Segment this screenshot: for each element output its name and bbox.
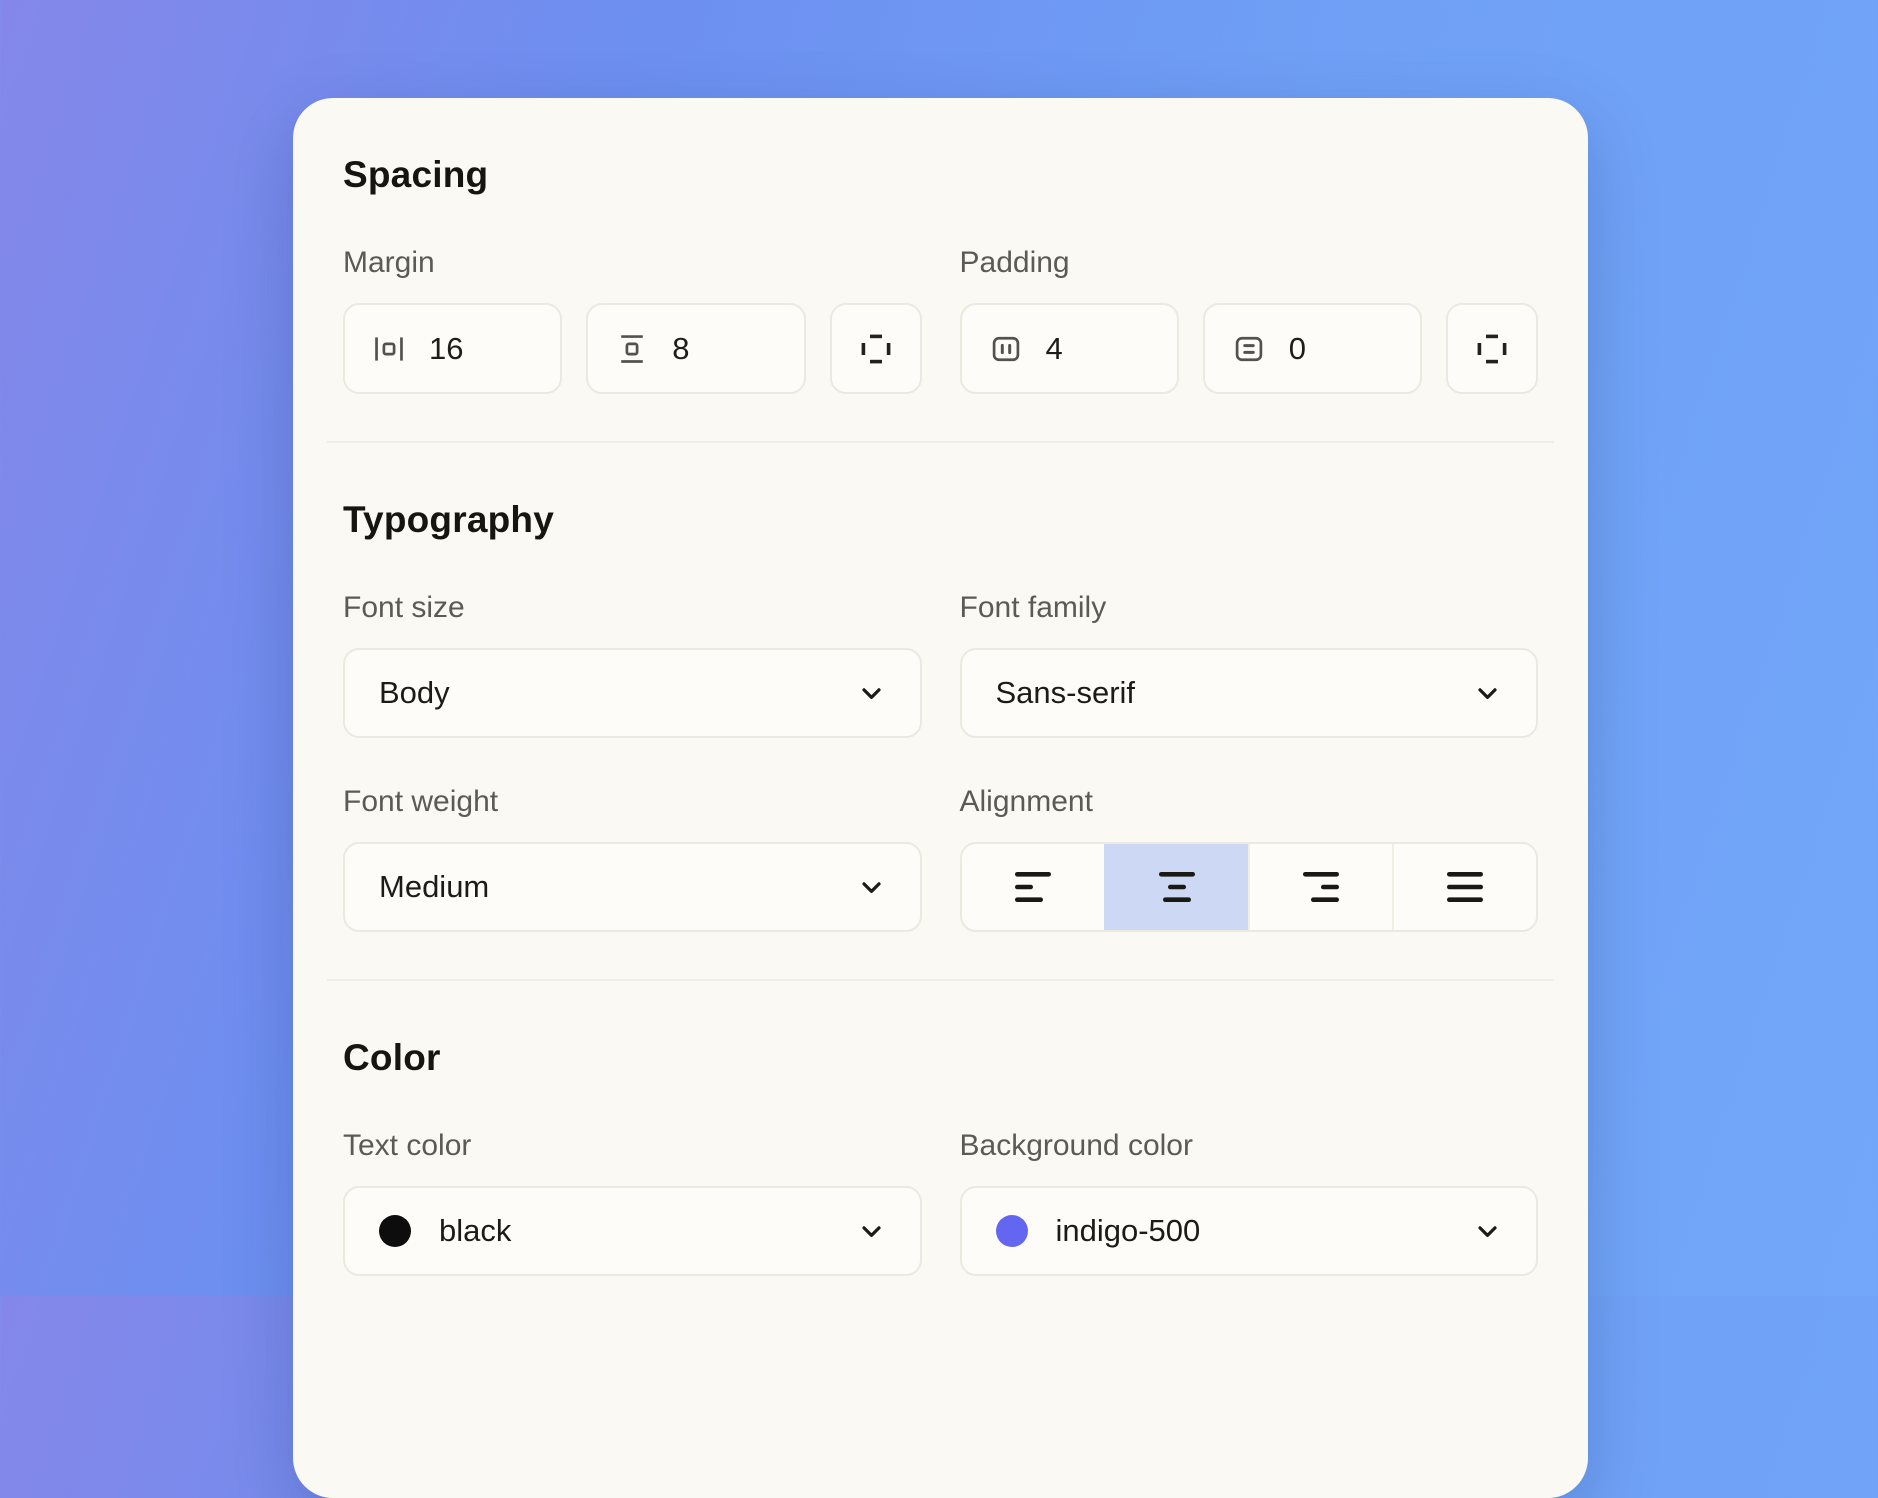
typography-section-title: Typography bbox=[343, 499, 1538, 541]
text-color-dropdown[interactable]: black bbox=[343, 1186, 922, 1276]
text-color-value-wrap: black bbox=[379, 1213, 511, 1249]
background-color-group: Background color indigo-500 bbox=[960, 1129, 1539, 1276]
font-family-dropdown[interactable]: Sans-serif bbox=[960, 648, 1539, 738]
text-color-swatch bbox=[379, 1215, 411, 1247]
align-justify-icon bbox=[1446, 871, 1484, 903]
alignment-justify-button[interactable] bbox=[1392, 844, 1536, 930]
padding-individual-sides-button[interactable] bbox=[1446, 303, 1538, 394]
background-color-label: Background color bbox=[960, 1129, 1539, 1163]
font-weight-dropdown[interactable]: Medium bbox=[343, 842, 922, 932]
font-family-group: Font family Sans-serif bbox=[960, 591, 1539, 738]
font-size-group: Font size Body bbox=[343, 591, 922, 738]
margin-group: Margin 16 bbox=[343, 246, 922, 394]
margin-horizontal-input[interactable]: 16 bbox=[343, 303, 562, 394]
chevron-down-icon bbox=[1472, 1216, 1503, 1247]
margin-horizontal-icon bbox=[372, 332, 406, 366]
padding-group: Padding 4 bbox=[960, 246, 1539, 394]
text-color-group: Text color black bbox=[343, 1129, 922, 1276]
padding-label: Padding bbox=[960, 246, 1539, 280]
chevron-down-icon bbox=[1472, 678, 1503, 709]
padding-controls: 4 0 bbox=[960, 303, 1539, 394]
typography-row-2: Font weight Medium Alignment bbox=[343, 785, 1538, 932]
text-color-value: black bbox=[439, 1213, 511, 1249]
font-weight-label: Font weight bbox=[343, 785, 922, 819]
chevron-down-icon bbox=[856, 678, 887, 709]
padding-horizontal-value: 4 bbox=[1046, 331, 1063, 367]
alignment-right-button[interactable] bbox=[1248, 844, 1392, 930]
padding-horizontal-input[interactable]: 4 bbox=[960, 303, 1179, 394]
color-section-title: Color bbox=[343, 1037, 1538, 1079]
padding-horizontal-icon bbox=[989, 332, 1023, 366]
individual-sides-icon bbox=[1474, 331, 1510, 367]
padding-vertical-icon bbox=[1232, 332, 1266, 366]
align-center-icon bbox=[1158, 871, 1196, 903]
font-weight-value: Medium bbox=[379, 869, 489, 905]
properties-panel: Spacing Margin 16 bbox=[293, 98, 1588, 1498]
align-left-icon bbox=[1014, 871, 1052, 903]
spacing-section-title: Spacing bbox=[343, 154, 1538, 196]
alignment-label: Alignment bbox=[960, 785, 1539, 819]
alignment-group: Alignment bbox=[960, 785, 1539, 932]
margin-vertical-value: 8 bbox=[672, 331, 689, 367]
margin-vertical-icon bbox=[615, 332, 649, 366]
individual-sides-icon bbox=[858, 331, 894, 367]
font-family-value: Sans-serif bbox=[996, 675, 1136, 711]
margin-controls: 16 8 bbox=[343, 303, 922, 394]
background-color-dropdown[interactable]: indigo-500 bbox=[960, 1186, 1539, 1276]
margin-label: Margin bbox=[343, 246, 922, 280]
typography-row-1: Font size Body Font family Sans-serif bbox=[343, 591, 1538, 738]
chevron-down-icon bbox=[856, 1216, 887, 1247]
font-size-label: Font size bbox=[343, 591, 922, 625]
font-size-value: Body bbox=[379, 675, 450, 711]
section-divider bbox=[327, 979, 1554, 981]
font-family-label: Font family bbox=[960, 591, 1539, 625]
spacing-section: Margin 16 bbox=[343, 246, 1538, 394]
padding-vertical-value: 0 bbox=[1289, 331, 1306, 367]
margin-horizontal-value: 16 bbox=[429, 331, 463, 367]
padding-vertical-input[interactable]: 0 bbox=[1203, 303, 1422, 394]
font-size-dropdown[interactable]: Body bbox=[343, 648, 922, 738]
alignment-segmented-control bbox=[960, 842, 1539, 932]
background-color-swatch bbox=[996, 1215, 1028, 1247]
margin-vertical-input[interactable]: 8 bbox=[586, 303, 805, 394]
alignment-left-button[interactable] bbox=[962, 844, 1104, 930]
align-right-icon bbox=[1302, 871, 1340, 903]
margin-individual-sides-button[interactable] bbox=[830, 303, 922, 394]
alignment-center-button[interactable] bbox=[1104, 844, 1248, 930]
text-color-label: Text color bbox=[343, 1129, 922, 1163]
background-color-value-wrap: indigo-500 bbox=[996, 1213, 1201, 1249]
color-section: Text color black Background color indigo… bbox=[343, 1129, 1538, 1276]
font-weight-group: Font weight Medium bbox=[343, 785, 922, 932]
chevron-down-icon bbox=[856, 872, 887, 903]
section-divider bbox=[327, 441, 1554, 443]
background-color-value: indigo-500 bbox=[1056, 1213, 1201, 1249]
